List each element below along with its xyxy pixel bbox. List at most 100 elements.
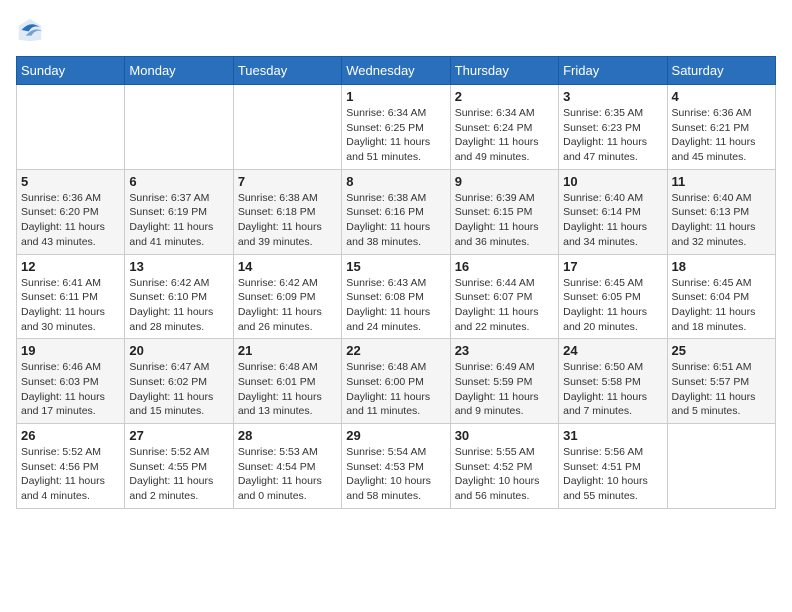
day-number: 1 (346, 89, 445, 104)
day-info: Sunrise: 6:40 AM Sunset: 6:14 PM Dayligh… (563, 191, 662, 250)
day-number: 12 (21, 259, 120, 274)
day-number: 18 (672, 259, 771, 274)
calendar-week-row: 1 Sunrise: 6:34 AM Sunset: 6:25 PM Daylig… (17, 85, 776, 170)
calendar-cell: 22 Sunrise: 6:48 AM Sunset: 6:00 PM Dayli… (342, 339, 450, 424)
calendar-week-row: 19 Sunrise: 6:46 AM Sunset: 6:03 PM Dayli… (17, 339, 776, 424)
calendar-cell: 1 Sunrise: 6:34 AM Sunset: 6:25 PM Daylig… (342, 85, 450, 170)
day-info: Sunrise: 6:34 AM Sunset: 6:25 PM Dayligh… (346, 106, 445, 165)
day-of-week-header: Friday (559, 57, 667, 85)
day-info: Sunrise: 6:34 AM Sunset: 6:24 PM Dayligh… (455, 106, 554, 165)
calendar-cell: 24 Sunrise: 6:50 AM Sunset: 5:58 PM Dayli… (559, 339, 667, 424)
calendar-header-row: SundayMondayTuesdayWednesdayThursdayFrid… (17, 57, 776, 85)
day-info: Sunrise: 6:36 AM Sunset: 6:20 PM Dayligh… (21, 191, 120, 250)
calendar-cell: 31 Sunrise: 5:56 AM Sunset: 4:51 PM Dayli… (559, 424, 667, 509)
calendar-cell: 23 Sunrise: 6:49 AM Sunset: 5:59 PM Dayli… (450, 339, 558, 424)
day-number: 22 (346, 343, 445, 358)
calendar-cell: 20Sunrise: 6:47 AM Sunset: 6:02 PM Dayli… (125, 339, 233, 424)
day-number: 21 (238, 343, 337, 358)
calendar-cell: 14 Sunrise: 6:42 AM Sunset: 6:09 PM Dayli… (233, 254, 341, 339)
day-number: 6 (129, 174, 228, 189)
calendar-cell: 10 Sunrise: 6:40 AM Sunset: 6:14 PM Dayli… (559, 169, 667, 254)
day-info: Sunrise: 5:53 AM Sunset: 4:54 PM Dayligh… (238, 445, 337, 504)
calendar-cell: 21 Sunrise: 6:48 AM Sunset: 6:01 PM Dayli… (233, 339, 341, 424)
day-info: Sunrise: 5:52 AM Sunset: 4:56 PM Dayligh… (21, 445, 120, 504)
day-number: 29 (346, 428, 445, 443)
day-info: Sunrise: 6:42 AM Sunset: 6:09 PM Dayligh… (238, 276, 337, 335)
day-number: 26 (21, 428, 120, 443)
calendar-cell: 4 Sunrise: 6:36 AM Sunset: 6:21 PM Daylig… (667, 85, 775, 170)
calendar-cell: 28 Sunrise: 5:53 AM Sunset: 4:54 PM Dayli… (233, 424, 341, 509)
day-info: Sunrise: 6:37 AM Sunset: 6:19 PM Dayligh… (129, 191, 228, 250)
calendar-table: SundayMondayTuesdayWednesdayThursdayFrid… (16, 56, 776, 509)
calendar-week-row: 5 Sunrise: 6:36 AM Sunset: 6:20 PM Daylig… (17, 169, 776, 254)
calendar-cell: 5 Sunrise: 6:36 AM Sunset: 6:20 PM Daylig… (17, 169, 125, 254)
day-number: 4 (672, 89, 771, 104)
calendar-cell: 9 Sunrise: 6:39 AM Sunset: 6:15 PM Daylig… (450, 169, 558, 254)
day-number: 17 (563, 259, 662, 274)
day-number: 7 (238, 174, 337, 189)
calendar-cell: 30 Sunrise: 5:55 AM Sunset: 4:52 PM Dayli… (450, 424, 558, 509)
calendar-cell: 29 Sunrise: 5:54 AM Sunset: 4:53 PM Dayli… (342, 424, 450, 509)
day-number: 27 (129, 428, 228, 443)
day-info: Sunrise: 6:51 AM Sunset: 5:57 PM Dayligh… (672, 360, 771, 419)
calendar-cell: 3 Sunrise: 6:35 AM Sunset: 6:23 PM Daylig… (559, 85, 667, 170)
day-of-week-header: Thursday (450, 57, 558, 85)
day-number: 5 (21, 174, 120, 189)
day-number: 13 (129, 259, 228, 274)
day-number: 2 (455, 89, 554, 104)
logo (16, 16, 48, 44)
day-of-week-header: Saturday (667, 57, 775, 85)
calendar-cell: 7Sunrise: 6:38 AM Sunset: 6:18 PM Daylig… (233, 169, 341, 254)
day-of-week-header: Monday (125, 57, 233, 85)
day-info: Sunrise: 6:48 AM Sunset: 6:01 PM Dayligh… (238, 360, 337, 419)
day-info: Sunrise: 6:42 AM Sunset: 6:10 PM Dayligh… (129, 276, 228, 335)
calendar-cell: 16Sunrise: 6:44 AM Sunset: 6:07 PM Dayli… (450, 254, 558, 339)
day-info: Sunrise: 6:43 AM Sunset: 6:08 PM Dayligh… (346, 276, 445, 335)
day-info: Sunrise: 6:39 AM Sunset: 6:15 PM Dayligh… (455, 191, 554, 250)
calendar-cell: 25Sunrise: 6:51 AM Sunset: 5:57 PM Dayli… (667, 339, 775, 424)
day-number: 23 (455, 343, 554, 358)
day-number: 20 (129, 343, 228, 358)
calendar-cell: 17 Sunrise: 6:45 AM Sunset: 6:05 PM Dayli… (559, 254, 667, 339)
day-number: 11 (672, 174, 771, 189)
calendar-cell: 13 Sunrise: 6:42 AM Sunset: 6:10 PM Dayli… (125, 254, 233, 339)
calendar-cell: 6 Sunrise: 6:37 AM Sunset: 6:19 PM Daylig… (125, 169, 233, 254)
day-info: Sunrise: 6:36 AM Sunset: 6:21 PM Dayligh… (672, 106, 771, 165)
day-number: 24 (563, 343, 662, 358)
calendar-cell: 2 Sunrise: 6:34 AM Sunset: 6:24 PM Daylig… (450, 85, 558, 170)
day-info: Sunrise: 6:45 AM Sunset: 6:05 PM Dayligh… (563, 276, 662, 335)
day-number: 9 (455, 174, 554, 189)
day-info: Sunrise: 6:48 AM Sunset: 6:00 PM Dayligh… (346, 360, 445, 419)
day-number: 10 (563, 174, 662, 189)
calendar-cell: 8Sunrise: 6:38 AM Sunset: 6:16 PM Daylig… (342, 169, 450, 254)
day-info: Sunrise: 5:52 AM Sunset: 4:55 PM Dayligh… (129, 445, 228, 504)
day-info: Sunrise: 6:40 AM Sunset: 6:13 PM Dayligh… (672, 191, 771, 250)
day-info: Sunrise: 6:46 AM Sunset: 6:03 PM Dayligh… (21, 360, 120, 419)
day-info: Sunrise: 5:56 AM Sunset: 4:51 PM Dayligh… (563, 445, 662, 504)
day-number: 3 (563, 89, 662, 104)
calendar-cell (667, 424, 775, 509)
day-number: 28 (238, 428, 337, 443)
day-number: 14 (238, 259, 337, 274)
day-number: 16 (455, 259, 554, 274)
day-number: 19 (21, 343, 120, 358)
day-info: Sunrise: 6:41 AM Sunset: 6:11 PM Dayligh… (21, 276, 120, 335)
calendar-cell: 26 Sunrise: 5:52 AM Sunset: 4:56 PM Dayli… (17, 424, 125, 509)
calendar-cell: 15 Sunrise: 6:43 AM Sunset: 6:08 PM Dayli… (342, 254, 450, 339)
day-info: Sunrise: 5:55 AM Sunset: 4:52 PM Dayligh… (455, 445, 554, 504)
day-info: Sunrise: 6:50 AM Sunset: 5:58 PM Dayligh… (563, 360, 662, 419)
day-number: 30 (455, 428, 554, 443)
day-info: Sunrise: 5:54 AM Sunset: 4:53 PM Dayligh… (346, 445, 445, 504)
calendar-week-row: 26 Sunrise: 5:52 AM Sunset: 4:56 PM Dayli… (17, 424, 776, 509)
calendar-cell: 12 Sunrise: 6:41 AM Sunset: 6:11 PM Dayli… (17, 254, 125, 339)
day-number: 8 (346, 174, 445, 189)
day-number: 31 (563, 428, 662, 443)
day-number: 15 (346, 259, 445, 274)
day-info: Sunrise: 6:45 AM Sunset: 6:04 PM Dayligh… (672, 276, 771, 335)
day-info: Sunrise: 6:49 AM Sunset: 5:59 PM Dayligh… (455, 360, 554, 419)
day-of-week-header: Tuesday (233, 57, 341, 85)
calendar-cell (17, 85, 125, 170)
calendar-week-row: 12 Sunrise: 6:41 AM Sunset: 6:11 PM Dayli… (17, 254, 776, 339)
day-of-week-header: Sunday (17, 57, 125, 85)
day-info: Sunrise: 6:35 AM Sunset: 6:23 PM Dayligh… (563, 106, 662, 165)
